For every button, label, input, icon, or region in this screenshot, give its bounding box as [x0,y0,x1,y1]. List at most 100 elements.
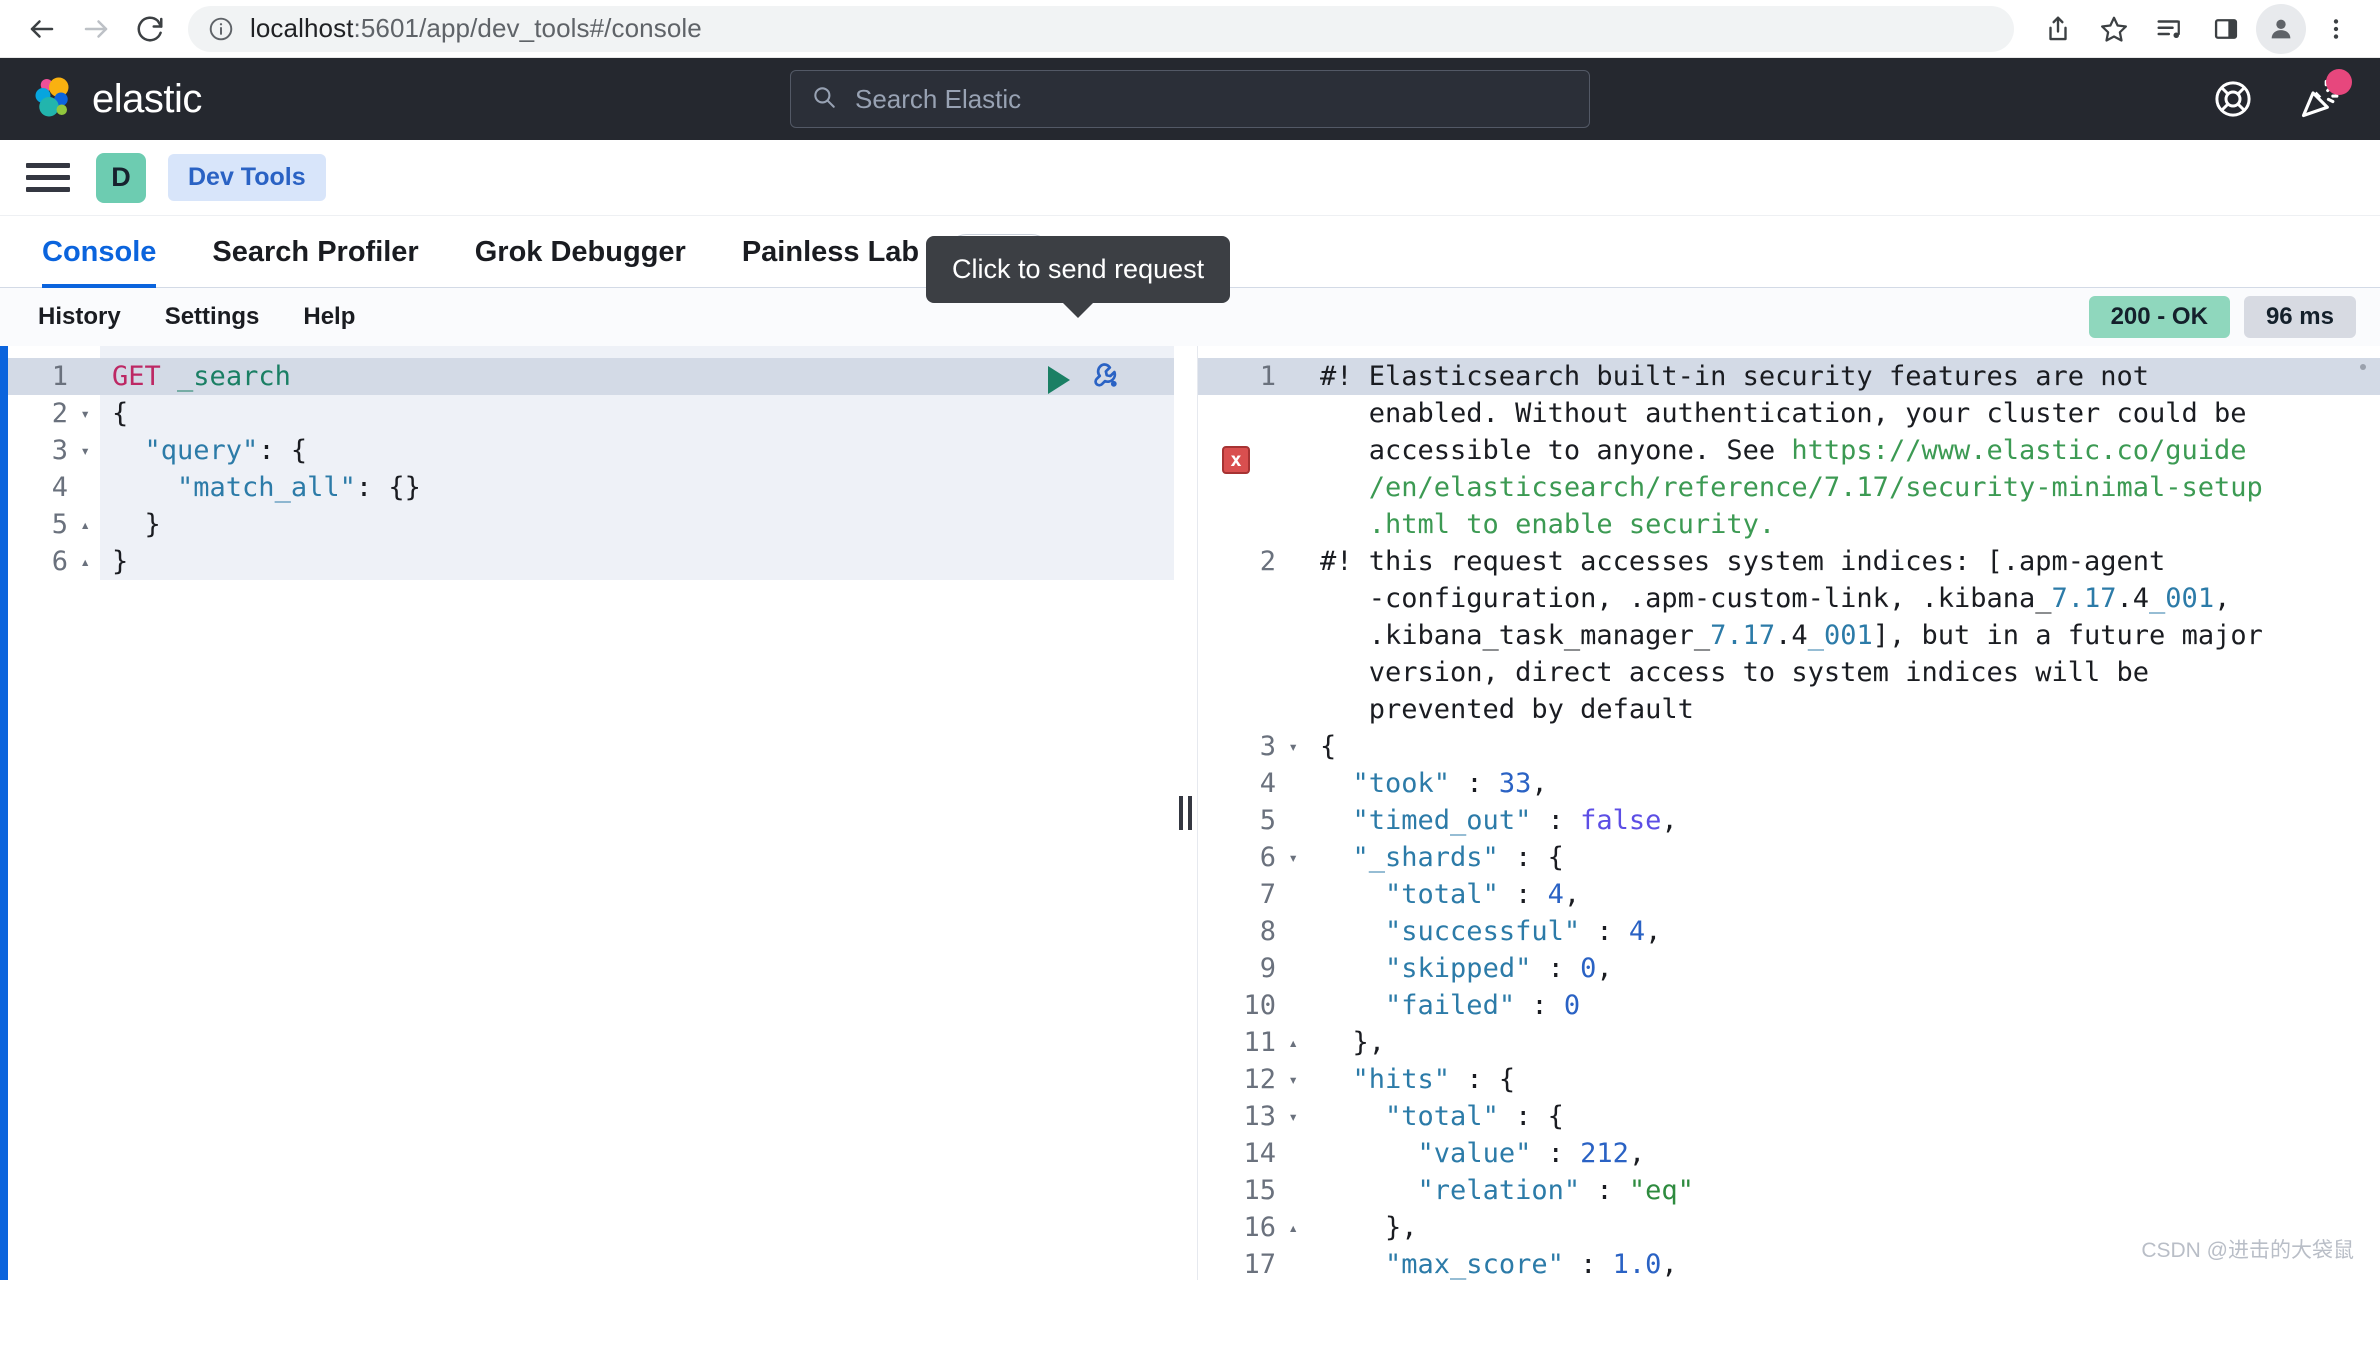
line-number [1198,469,1308,506]
fold-toggle-icon[interactable]: ▴ [76,516,90,533]
line-number: 7 [1259,879,1276,910]
wrench-settings-icon[interactable] [1090,360,1124,399]
code-token: "eq" [1628,1175,1694,1206]
code-token: "match_all" [177,472,356,503]
search-icon [811,84,837,115]
elastic-logo-icon [28,73,76,126]
code-token: : [1580,1175,1629,1206]
line-number [1198,432,1308,469]
line-number: 10 [1243,990,1276,1021]
code-line-empty [100,876,1174,913]
request-editor[interactable]: 1 2 ▾ 3 ▾ 4 5 ▴ 6 ▴ GET _search{ "query": { "matc… [8,346,1174,1280]
fold-toggle-icon[interactable]: ▾ [1284,849,1298,866]
code-line-empty [100,1246,1174,1280]
line-number: 6 ▴ [51,546,90,577]
code-line: "successful" : 4, [1308,913,2380,950]
code-token: -configuration, .apm-custom-link, .kiban… [1320,583,2052,614]
code-token: /en/elasticsearch/reference/7.17/securit… [1320,472,2263,503]
code-token: _search [177,361,291,392]
tab-painless-lab[interactable]: Painless Lab [714,236,947,287]
code-line: "hits" : { [1308,1061,2380,1098]
error-marker-icon[interactable]: x [1222,446,1250,474]
fold-toggle-icon[interactable]: ▾ [1284,738,1298,755]
line-number-empty [8,1061,100,1098]
code-token: , [1628,1138,1646,1169]
code-token: 4 [1547,879,1564,910]
hamburger-menu-icon[interactable] [22,152,74,204]
play-send-request-icon[interactable] [1048,365,1070,394]
line-number: 5 ▴ [51,509,90,540]
code-token: "hits" [1352,1064,1451,1095]
fold-toggle-icon[interactable]: ▾ [1284,1071,1298,1088]
toolbar-help-button[interactable]: Help [281,303,377,331]
share-icon[interactable] [2032,3,2084,55]
forward-arrow-icon[interactable] [72,5,120,53]
line-number: 4 [51,472,68,503]
line-number-empty [8,1024,100,1061]
code-token: } [112,509,161,540]
request-editor-code[interactable]: GET _search{ "query": { "match_all": {} … [100,346,1174,1280]
status-badge: 200 - OK [2088,296,2230,338]
line-number-empty [8,802,100,839]
elastic-logo-link[interactable]: elastic [28,73,202,126]
profile-avatar-icon[interactable] [2256,3,2306,54]
code-token: { [112,398,129,429]
code-token: 0 [1580,953,1597,984]
code-token: "query" [144,435,259,466]
toolbar-settings-button[interactable]: Settings [143,303,282,331]
fold-toggle-icon[interactable]: ▴ [1284,1034,1298,1051]
three-dot-menu-icon[interactable] [2310,3,2362,55]
code-token: : [1580,916,1629,947]
code-line: { [100,395,1174,432]
code-line: "total" : 4, [1308,876,2380,913]
fold-toggle-icon[interactable]: ▾ [76,442,90,459]
request-editor-gutter: 1 2 ▾ 3 ▾ 4 5 ▴ 6 ▴ [8,346,100,1280]
help-lifebuoy-icon[interactable] [2212,78,2254,120]
code-token: https://www.elastic.co/guide [1791,435,2247,466]
tab-search-profiler[interactable]: Search Profiler [184,236,446,287]
send-request-tooltip: Click to send request [926,236,1231,318]
code-line-empty [100,987,1174,1024]
code-line: accessible to anyone. See https://www.el… [1308,432,2380,469]
fold-toggle-icon[interactable]: ▾ [1284,1108,1298,1125]
line-number: 11 ▴ [1243,1027,1298,1058]
code-line-empty [100,950,1174,987]
code-line-empty [100,802,1174,839]
fold-toggle-icon[interactable]: ▴ [76,553,90,570]
code-line-empty [100,1135,1174,1172]
code-token: , [1531,768,1548,799]
line-number: 2 ▾ [51,398,90,429]
fold-toggle-icon[interactable]: ▾ [76,405,90,422]
tab-grok-debugger[interactable]: Grok Debugger [447,236,714,287]
global-search-input[interactable]: Search Elastic [790,70,1590,128]
code-token: : [1450,768,1499,799]
code-line: .html to enable security. [1308,506,2380,543]
fold-toggle-icon[interactable]: ▴ [1284,1219,1298,1236]
breadcrumb-item-dev-tools[interactable]: Dev Tools [168,154,326,201]
side-panel-icon[interactable] [2200,3,2252,55]
site-info-icon[interactable] [208,16,234,42]
panel-resize-handle[interactable] [1174,346,1198,1280]
reload-icon[interactable] [126,5,174,53]
watermark: CSDN @进击的大袋鼠 [2141,1239,2354,1262]
line-number-empty [8,839,100,876]
tab-console[interactable]: Console [14,236,184,288]
address-bar[interactable]: localhost:5601/app/dev_tools#/console [188,5,2014,52]
back-arrow-icon[interactable] [18,5,66,53]
response-viewer[interactable]: 1 2 3 ▾ 4 5 6 ▾ 7 8 9 10 11 ▴ 12 ▾ 13 ▾ 14 15 16 ▴ 17 #! Elast… [1198,346,2380,1280]
code-token: : [1531,953,1581,984]
line-number-empty [8,580,100,617]
line-number [1198,395,1308,432]
response-code[interactable]: #! Elasticsearch built-in security featu… [1308,346,2380,1280]
toolbar-history-button[interactable]: History [16,303,143,331]
media-playlist-icon[interactable] [2144,3,2196,55]
star-icon[interactable] [2088,3,2140,55]
line-number-empty [8,987,100,1024]
space-avatar[interactable]: D [96,152,146,203]
announcements-party-icon[interactable] [2298,69,2352,121]
response-status-group: 200 - OK 96 ms [2088,296,2364,338]
line-number-empty [8,617,100,654]
